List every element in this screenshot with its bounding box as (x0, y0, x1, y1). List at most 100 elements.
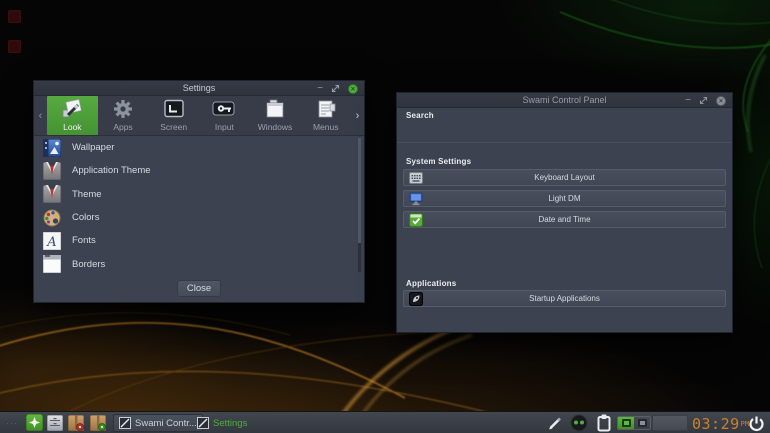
eyes-tray-button[interactable] (570, 414, 588, 432)
clock[interactable]: 03:29PM (692, 415, 749, 433)
tab-look[interactable]: Look (47, 96, 98, 135)
system-settings-section-label: System Settings (406, 157, 471, 166)
list-item-colors[interactable]: Colors (34, 206, 364, 229)
settings-tabstrip: ‹ Look Apps Screen Input (34, 96, 364, 136)
palette-icon (43, 209, 61, 227)
keyboard-icon (409, 171, 423, 187)
settings-window-title: Settings (34, 81, 364, 95)
tray-placeholder[interactable] (652, 415, 688, 431)
tab-label: Look (63, 122, 81, 132)
look-icon (59, 97, 85, 121)
swami-control-panel-window: Swami Control Panel − ✕ Search System Se… (396, 92, 733, 333)
maximize-button[interactable] (331, 84, 340, 93)
list-item-label: Colors (72, 212, 99, 223)
minimize-button[interactable]: − (685, 96, 691, 106)
pencil-icon (547, 415, 563, 431)
suit-icon (43, 185, 61, 203)
list-item-fonts[interactable]: A Fonts (34, 229, 364, 252)
calendar-check-icon (409, 213, 423, 229)
list-item-borders[interactable]: Borders (34, 252, 364, 275)
wallpaper-icon (43, 139, 61, 157)
gear-icon (111, 97, 135, 121)
desktop-icon[interactable] (8, 40, 21, 53)
eyes-icon (570, 414, 588, 432)
minimize-button[interactable]: − (317, 84, 323, 94)
list-item-label: Borders (72, 259, 105, 270)
window-icon (197, 417, 209, 429)
power-icon (748, 415, 765, 432)
tab-scroll-left-icon[interactable]: ‹ (35, 96, 46, 136)
tab-windows[interactable]: Windows (250, 96, 301, 135)
list-item-application-theme[interactable]: Application Theme (34, 159, 364, 182)
panel-row-label: Keyboard Layout (534, 173, 595, 182)
list-item-wallpaper[interactable]: Wallpaper (34, 136, 364, 159)
clock-time: 03:29 (692, 415, 740, 433)
swami-window-title: Swami Control Panel (397, 93, 732, 107)
desktop-icon[interactable] (8, 10, 21, 23)
swami-titlebar[interactable]: Swami Control Panel − ✕ (397, 93, 732, 108)
display-icon (409, 192, 423, 208)
mini-keyboard-icon (622, 419, 631, 427)
svg-text:A: A (46, 235, 56, 250)
search-section-label: Search (406, 111, 434, 120)
window-icon (119, 417, 131, 429)
panel-handle[interactable]: ··· (3, 412, 21, 433)
list-scrollbar[interactable] (358, 138, 361, 272)
tab-label: Input (215, 122, 234, 132)
package-icon (90, 415, 106, 431)
tab-label: Menus (313, 122, 339, 132)
file-drawer-icon (47, 415, 63, 431)
fonts-icon: A (43, 232, 61, 250)
layout-toggle[interactable] (617, 416, 651, 430)
settings-titlebar[interactable]: Settings − ✕ (34, 81, 364, 96)
tab-scroll-right-icon[interactable]: › (352, 96, 363, 136)
close-dialog-button[interactable]: Close (177, 280, 221, 297)
maximize-icon (331, 84, 340, 93)
list-item-label: Theme (72, 189, 102, 200)
list-item-theme[interactable]: Theme (34, 183, 364, 206)
section-divider (397, 142, 732, 143)
input-icon (211, 97, 237, 121)
tab-apps[interactable]: Apps (98, 96, 149, 135)
settings-footer: Close (34, 274, 364, 302)
startup-applications-button[interactable]: Startup Applications (403, 290, 726, 307)
file-manager-button[interactable] (47, 415, 63, 431)
menu-button[interactable] (26, 414, 43, 431)
panel-row-label: Startup Applications (529, 294, 600, 303)
keyboard-layout-button[interactable]: Keyboard Layout (403, 169, 726, 186)
tab-menus[interactable]: Menus (300, 96, 351, 135)
borders-icon (43, 255, 61, 273)
clipboard-tray-button[interactable] (596, 414, 612, 432)
light-dm-button[interactable]: Light DM (403, 190, 726, 207)
date-and-time-button[interactable]: Date and Time (403, 211, 726, 228)
suit-icon (43, 162, 61, 180)
clipboard-icon (596, 414, 612, 432)
close-button[interactable]: ✕ (716, 96, 726, 106)
screen-icon (162, 97, 186, 121)
list-item-label: Application Theme (72, 165, 151, 176)
applications-section-label: Applications (406, 279, 456, 288)
task-button-swami[interactable]: Swami Contr... (113, 414, 203, 432)
list-item-label: Wallpaper (72, 142, 114, 153)
menu-star-icon (26, 414, 43, 431)
tab-input[interactable]: Input (199, 96, 250, 135)
tab-label: Apps (113, 122, 132, 132)
task-button-settings[interactable]: Settings (192, 414, 252, 432)
tab-label: Windows (258, 122, 292, 132)
close-button[interactable]: ✕ (348, 84, 358, 94)
settings-window: Settings − ✕ ‹ Look Apps Scre (33, 80, 365, 303)
windows-icon (263, 97, 287, 121)
mini-keyboard-icon (638, 419, 647, 427)
annotate-tray-button[interactable] (547, 415, 563, 431)
task-label: Swami Contr... (135, 418, 197, 429)
toggle-off-cell[interactable] (634, 417, 650, 429)
toggle-on-cell[interactable] (618, 417, 634, 429)
tab-screen[interactable]: Screen (148, 96, 199, 135)
panel-row-label: Light DM (548, 194, 580, 203)
maximize-button[interactable] (699, 96, 708, 105)
package-button-1[interactable] (68, 415, 84, 431)
power-button[interactable] (748, 415, 765, 432)
package-button-2[interactable] (90, 415, 106, 431)
maximize-icon (699, 96, 708, 105)
package-icon (68, 415, 84, 431)
